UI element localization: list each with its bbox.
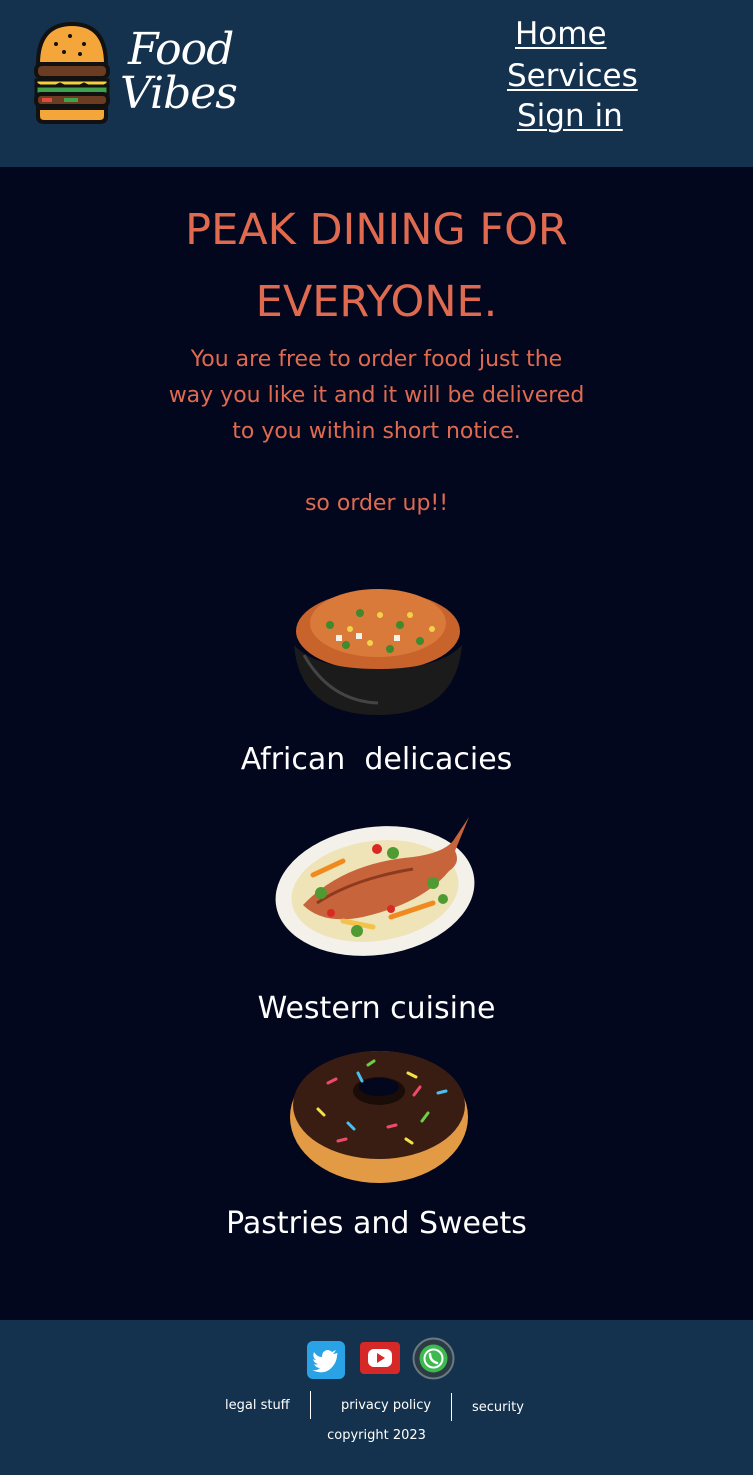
hero-description: You are free to order food just the way … [168,347,585,444]
footer-legal-link[interactable]: legal stuff [225,1398,290,1413]
category-label-western[interactable]: Western cuisine [0,991,753,1026]
hero-title-line-1: PEAK DINING FOR [185,205,568,255]
youtube-icon[interactable] [360,1342,400,1374]
hero-title-line-2: EVERYONE. [255,277,498,327]
site-footer: legal stuff privacy policy security copy… [0,1320,753,1475]
footer-copyright: copyright 2023 [327,1428,426,1443]
nav-signin-link[interactable]: Sign in [517,98,623,134]
fish-plate-image[interactable] [273,813,479,958]
burger-logo-icon[interactable] [34,20,110,126]
hero-title: PEAK DINING FOR EVERYONE. [0,194,753,338]
brand-line-2: Vibes [120,68,238,119]
brand-wordmark[interactable]: Food Vibes [120,24,250,124]
donut-image[interactable] [288,1043,470,1187]
whatsapp-icon[interactable] [412,1337,455,1380]
twitter-icon[interactable] [307,1341,345,1379]
hero-cta-text: so order up!! [304,491,449,516]
footer-divider [451,1393,452,1421]
nav-services-link[interactable]: Services [507,58,638,94]
site-header: Food Vibes Home Services Sign in [0,0,753,167]
category-label-african[interactable]: African delicacies [0,742,753,777]
footer-security-link[interactable]: security [472,1400,524,1415]
footer-privacy-link[interactable]: privacy policy [341,1398,431,1413]
footer-divider [310,1391,311,1419]
nav-home-link[interactable]: Home [515,16,607,52]
category-label-pastries[interactable]: Pastries and Sweets [0,1206,753,1241]
rice-bowl-image[interactable] [290,585,466,717]
